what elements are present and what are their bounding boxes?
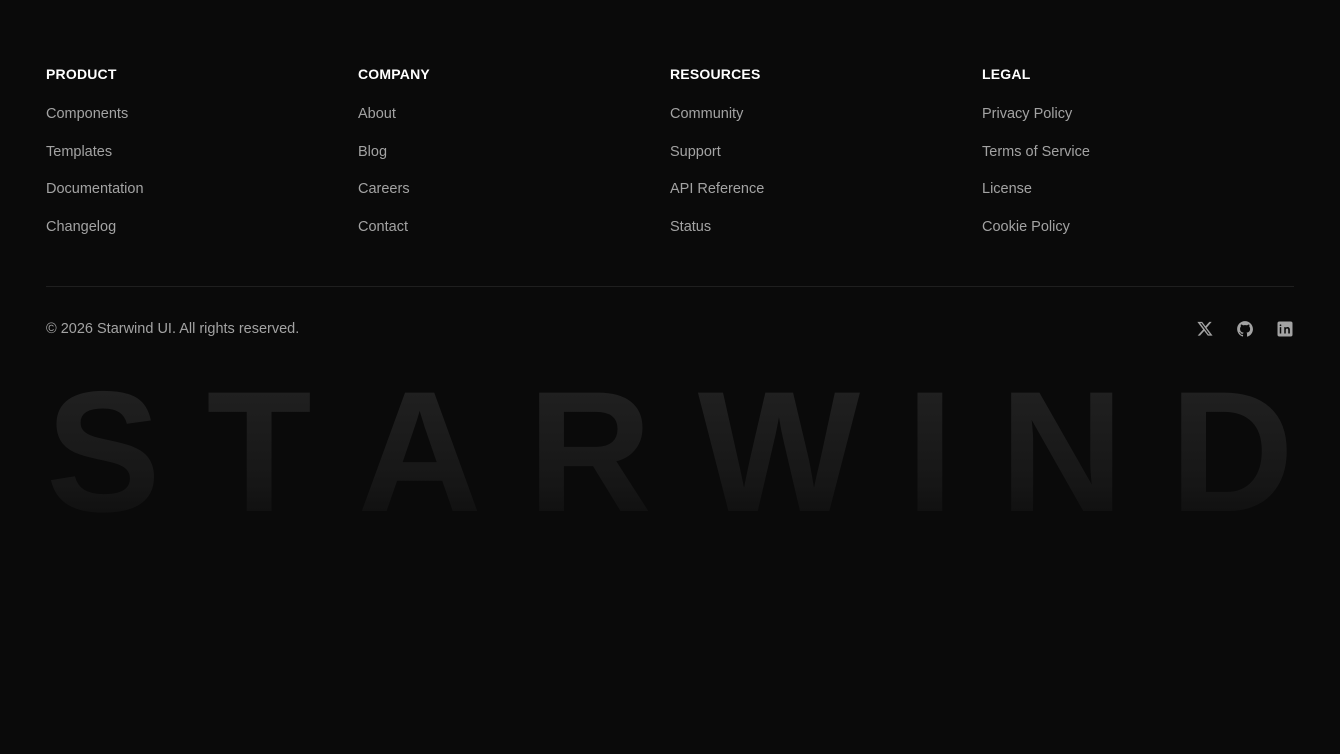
- footer-link-community[interactable]: Community: [670, 105, 743, 123]
- footer-columns: PRODUCT Components Templates Documentati…: [46, 66, 1294, 256]
- footer-column-resources: RESOURCES Community Support API Referenc…: [670, 66, 982, 256]
- wordmark-letter: N: [999, 372, 1124, 532]
- footer-link-components[interactable]: Components: [46, 105, 128, 123]
- footer-link-api-reference[interactable]: API Reference: [670, 180, 764, 198]
- link-item: Status: [670, 218, 982, 256]
- link-item: License: [982, 180, 1294, 218]
- site-footer: PRODUCT Components Templates Documentati…: [0, 0, 1340, 754]
- link-item: Community: [670, 105, 982, 143]
- footer-link-about[interactable]: About: [358, 105, 396, 123]
- footer-link-terms-of-service[interactable]: Terms of Service: [982, 143, 1090, 161]
- footer-column-legal: LEGAL Privacy Policy Terms of Service Li…: [982, 66, 1294, 256]
- footer-link-careers[interactable]: Careers: [358, 180, 410, 198]
- footer-link-cookie-policy[interactable]: Cookie Policy: [982, 218, 1070, 236]
- footer-link-status[interactable]: Status: [670, 218, 711, 236]
- wordmark-letter: I: [905, 372, 954, 532]
- footer-divider: [46, 286, 1294, 287]
- link-item: Contact: [358, 218, 670, 256]
- link-item: Privacy Policy: [982, 105, 1294, 143]
- column-links: Components Templates Documentation Chang…: [46, 105, 358, 256]
- link-item: Careers: [358, 180, 670, 218]
- x-icon[interactable]: [1196, 320, 1214, 338]
- footer-link-privacy-policy[interactable]: Privacy Policy: [982, 105, 1072, 123]
- wordmark-letter: S: [46, 372, 161, 532]
- footer-link-changelog[interactable]: Changelog: [46, 218, 116, 236]
- wordmark-letter: R: [527, 372, 652, 532]
- github-icon[interactable]: [1236, 320, 1254, 338]
- column-heading: LEGAL: [982, 66, 1031, 82]
- wordmark-letter: T: [206, 372, 312, 532]
- link-item: Components: [46, 105, 358, 143]
- link-item: Terms of Service: [982, 143, 1294, 181]
- wordmark-letter: A: [357, 372, 482, 532]
- footer-link-blog[interactable]: Blog: [358, 143, 387, 161]
- social-links: [1196, 320, 1294, 338]
- link-item: Documentation: [46, 180, 358, 218]
- column-links: Community Support API Reference Status: [670, 105, 982, 256]
- footer-link-license[interactable]: License: [982, 180, 1032, 198]
- link-item: Cookie Policy: [982, 218, 1294, 256]
- footer-link-documentation[interactable]: Documentation: [46, 180, 144, 198]
- footer-bottom-row: © 2026 Starwind UI. All rights reserved.: [46, 318, 1294, 340]
- footer-link-templates[interactable]: Templates: [46, 143, 112, 161]
- column-heading: COMPANY: [358, 66, 430, 82]
- link-item: Changelog: [46, 218, 358, 256]
- link-item: API Reference: [670, 180, 982, 218]
- link-item: Templates: [46, 143, 358, 181]
- wordmark-letter: D: [1169, 372, 1294, 532]
- link-item: About: [358, 105, 670, 143]
- footer-link-support[interactable]: Support: [670, 143, 721, 161]
- column-links: About Blog Careers Contact: [358, 105, 670, 256]
- link-item: Blog: [358, 143, 670, 181]
- copyright-text: © 2026 Starwind UI. All rights reserved.: [46, 321, 300, 337]
- column-links: Privacy Policy Terms of Service License …: [982, 105, 1294, 256]
- footer-column-company: COMPANY About Blog Careers Contact: [358, 66, 670, 256]
- footer-link-contact[interactable]: Contact: [358, 218, 408, 236]
- linkedin-icon[interactable]: [1276, 320, 1294, 338]
- link-item: Support: [670, 143, 982, 181]
- column-heading: PRODUCT: [46, 66, 117, 82]
- column-heading: RESOURCES: [670, 66, 761, 82]
- wordmark-letter: W: [697, 372, 861, 532]
- footer-column-product: PRODUCT Components Templates Documentati…: [46, 66, 358, 256]
- starwind-wordmark: S T A R W I N D: [46, 372, 1294, 532]
